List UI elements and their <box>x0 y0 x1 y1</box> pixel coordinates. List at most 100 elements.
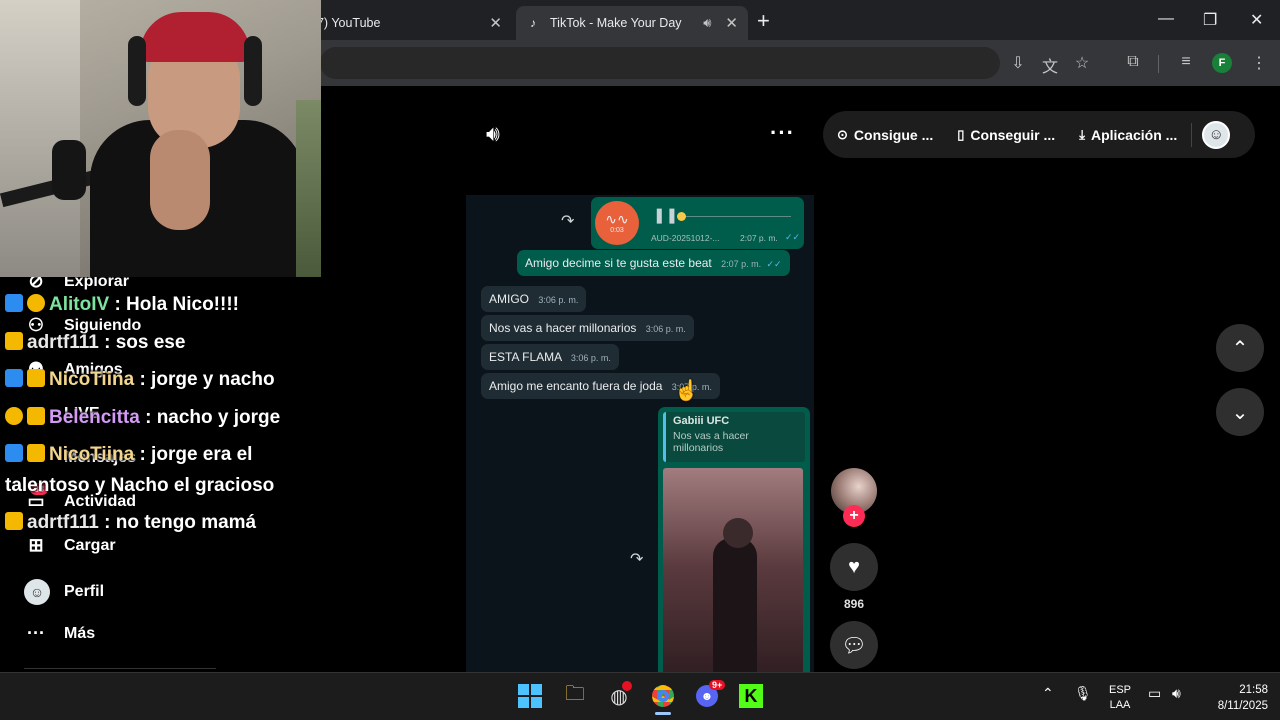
chat-username: adrtf111 <box>27 512 99 533</box>
discord-badge: 9+ <box>709 680 726 690</box>
chat-line: adrtf111 : sos ese <box>5 332 185 354</box>
browser-menu-icon[interactable]: ⋮ <box>1248 53 1270 73</box>
kick-icon[interactable]: K <box>735 680 767 712</box>
more-icon: ··· <box>27 623 45 643</box>
new-tab-button[interactable]: + <box>757 8 770 34</box>
chat-username: Belencitta <box>49 407 140 428</box>
like-button[interactable]: ♥ <box>830 543 878 591</box>
install-app-icon[interactable]: ⇩ <box>1007 53 1029 73</box>
sidebar-item-mas[interactable]: ··· Más <box>24 623 95 644</box>
voice-note-bubble: ∿∿ 0:03 ❚❚ AUD-20251012-... 2:07 p. m. ✓… <box>591 197 804 249</box>
clock-time: 21:58 <box>1239 684 1268 696</box>
coin-icon: ⊙ <box>837 126 848 142</box>
message-text: AMIGO <box>489 292 530 306</box>
plant <box>296 100 321 277</box>
chrome-icon[interactable] <box>647 680 679 712</box>
voice-note-time: 2:07 p. m. <box>740 233 778 243</box>
hand-cursor-icon: ☝ <box>674 380 699 402</box>
maximize-button[interactable]: ❐ <box>1203 10 1217 30</box>
download-app-button[interactable]: ⤓ Aplicación ... <box>1079 127 1177 143</box>
get-app-button[interactable]: ▯ Conseguir ... <box>957 127 1055 143</box>
chat-line: Belencitta : nacho y jorge <box>5 407 280 429</box>
tab-youtube[interactable]: 17) YouTube ✕ <box>300 6 512 40</box>
chat-line: AlitoIV : Hola Nico!!!! <box>5 294 239 316</box>
kick-logo: K <box>739 684 763 708</box>
sidebar-item-label: Cargar <box>64 536 116 554</box>
chat-line-continuation: talentoso y Nacho el gracioso <box>5 475 274 497</box>
voice-note-duration: 0:03 <box>610 226 624 234</box>
bookmark-star-icon[interactable]: ☆ <box>1071 53 1093 73</box>
chat-message: : no tengo mamá <box>98 512 257 533</box>
volume-icon[interactable]: 🔊︎ <box>486 121 500 147</box>
next-video-button[interactable]: ⌄ <box>1216 388 1264 436</box>
sidebar-item-perfil[interactable]: ☺ Perfil <box>24 579 104 605</box>
get-coins-label: Consigue ... <box>853 126 934 143</box>
reply-bubble: Gabiii UFC Nos vas a hacer millonarios <box>658 407 810 672</box>
start-button[interactable] <box>514 680 546 712</box>
user-avatar[interactable]: ☺ <box>1202 120 1231 149</box>
tiktok-top-actions: ⊙ Consigue ... ▯ Conseguir ... ⤓ Aplicac… <box>823 111 1255 158</box>
chat-message: : jorge y nacho <box>134 369 275 390</box>
input-language[interactable]: ESP LAA <box>1108 683 1132 713</box>
address-bar[interactable] <box>320 47 1000 79</box>
playhead <box>677 212 686 221</box>
media-control-icon[interactable]: ≡ <box>1175 53 1197 71</box>
chevron-down-icon: ⌄ <box>1231 401 1249 424</box>
pill-divider <box>1191 122 1193 147</box>
minimize-button[interactable]: — <box>1158 10 1174 28</box>
phone-icon: ▯ <box>957 126 965 142</box>
close-tab-icon[interactable]: ✕ <box>489 14 502 32</box>
previous-video-button[interactable]: ⌃ <box>1216 324 1264 372</box>
wall-left <box>0 0 80 277</box>
chat-message: : Hola Nico!!!! <box>109 294 239 315</box>
progress-track <box>686 216 791 217</box>
clock[interactable]: 21:58 8/11/2025 <box>1198 682 1268 714</box>
message-text: Nos vas a hacer millonarios <box>489 321 637 335</box>
keyboard-layout: LAA <box>1109 699 1131 711</box>
message-text: Amigo me encanto fuera de joda <box>489 379 663 393</box>
windows-logo-icon <box>518 684 542 708</box>
microphone-icon[interactable]: 🎙︎ <box>1074 685 1092 702</box>
comment-button[interactable]: 💬︎ <box>830 621 878 669</box>
extensions-icon[interactable]: ⧉ <box>1122 53 1144 71</box>
red-cap <box>140 12 250 62</box>
message-bubble: AMIGO 3:06 p. m. <box>481 286 587 312</box>
crown-badge-icon <box>27 444 45 462</box>
hands <box>150 130 210 230</box>
profile-avatar-icon: ☺ <box>24 579 50 605</box>
show-hidden-icons-icon[interactable]: ⌃ <box>1042 685 1054 702</box>
pause-icon: ❚❚ <box>653 207 679 224</box>
webcam-overlay <box>0 0 321 277</box>
message-time: 2:07 p. m. <box>721 259 762 269</box>
video-thumbnail <box>663 468 803 672</box>
voice-note-avatar: ∿∿ 0:03 <box>595 201 639 245</box>
language-code: ESP <box>1108 684 1131 696</box>
download-icon: ⤓ <box>1079 126 1085 142</box>
chat-username: NicoTiina <box>49 369 135 390</box>
chat-message: : nacho y jorge <box>139 407 281 428</box>
active-app-indicator <box>655 712 671 715</box>
get-app-label: Conseguir ... <box>970 126 1056 143</box>
more-options-icon[interactable]: ··· <box>770 120 795 146</box>
translate-icon[interactable]: 文 <box>1039 53 1061 77</box>
close-window-button[interactable]: ✕ <box>1250 10 1263 30</box>
profile-avatar[interactable]: F <box>1212 53 1232 73</box>
chat-username: NicoTiina <box>49 444 135 465</box>
crown-badge-icon <box>27 369 45 387</box>
get-coins-button[interactable]: ⊙ Consigue ... <box>837 127 933 143</box>
tab-tiktok[interactable]: ♪ TikTok - Make Your Day 🔊︎ ✕ <box>516 6 748 40</box>
file-explorer-icon[interactable]: 🗀 <box>559 680 591 712</box>
heart-icon: ♥ <box>848 555 860 578</box>
waveform-icon: ∿∿ <box>605 210 629 227</box>
toolbar-divider <box>1158 55 1159 73</box>
message-bubble: ESTA FLAMA 3:06 p. m. <box>481 344 619 370</box>
message-text: Amigo decime si te gusta este beat <box>525 256 712 270</box>
network-icon[interactable]: ▭ <box>1148 685 1161 702</box>
speaker-icon[interactable]: 🔊︎ <box>1172 685 1181 702</box>
tab-audio-icon[interactable]: 🔊︎ <box>703 15 711 31</box>
gift-badge-icon <box>27 294 45 312</box>
video-player[interactable]: ↷ ∿∿ 0:03 ❚❚ AUD-20251012-... 2:07 p. m.… <box>466 195 814 672</box>
close-tab-icon[interactable]: ✕ <box>725 14 738 32</box>
follow-button[interactable]: + <box>843 505 865 527</box>
sidebar-item-cargar[interactable]: ⊞ Cargar <box>24 535 116 556</box>
